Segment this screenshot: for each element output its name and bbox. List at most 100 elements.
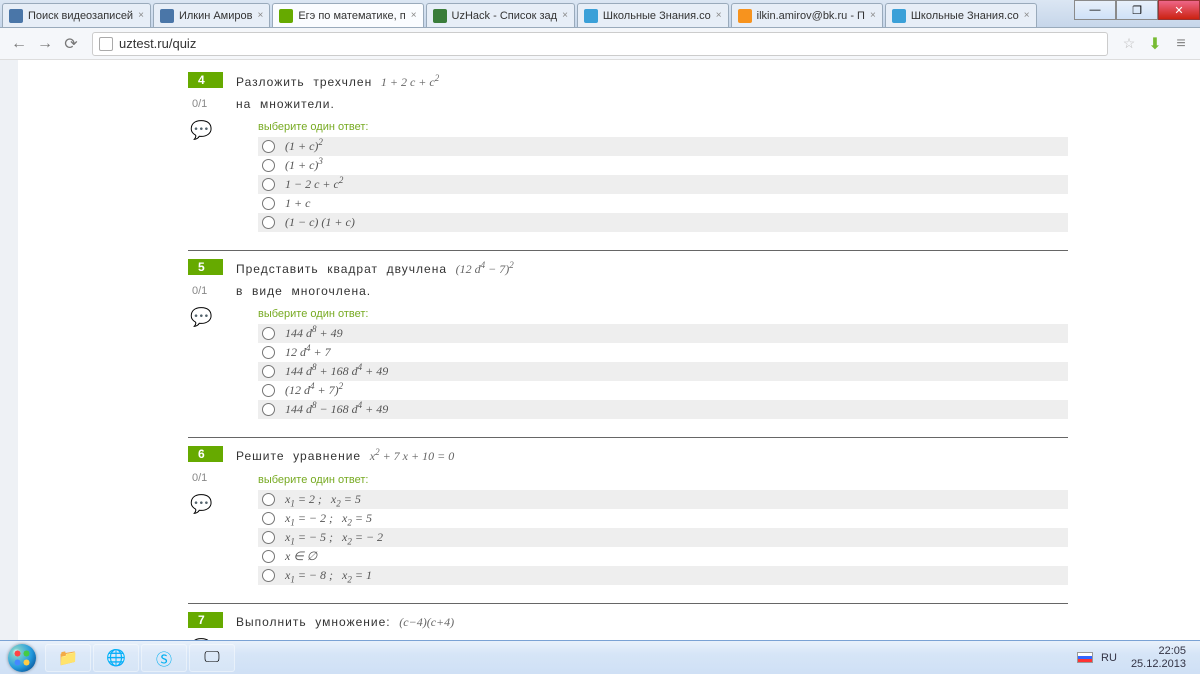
- answer-option[interactable]: (12 d4 + 7)2: [258, 381, 1068, 400]
- answer-option[interactable]: x ∈ ∅: [258, 547, 1068, 566]
- taskbar-skype[interactable]: Ⓢ: [141, 644, 187, 672]
- answer-radio[interactable]: [262, 403, 275, 416]
- tab-close-icon[interactable]: ×: [138, 10, 144, 21]
- answer-text: 144 d8 + 168 d4 + 49: [285, 364, 388, 379]
- answer-text: x ∈ ∅: [285, 549, 317, 564]
- browser-tab[interactable]: Школьные Знания.co×: [885, 3, 1037, 27]
- browser-tab[interactable]: Илкин Амиров ×: [153, 3, 270, 27]
- answer-option[interactable]: 1 + c: [258, 194, 1068, 213]
- answer-option[interactable]: (1 + c)3: [258, 156, 1068, 175]
- answer-text: 1 + c: [285, 196, 310, 211]
- taskbar: 📁 🌐 Ⓢ 🖵 RU 22:05 25.12.2013: [0, 640, 1200, 674]
- question-score: 0/1: [192, 472, 236, 484]
- bookmark-star-icon[interactable]: ☆: [1118, 33, 1140, 55]
- tab-title: Илкин Амиров: [179, 10, 253, 22]
- answer-radio[interactable]: [262, 140, 275, 153]
- address-bar[interactable]: [92, 32, 1108, 56]
- answer-radio[interactable]: [262, 531, 275, 544]
- tab-close-icon[interactable]: ×: [870, 10, 876, 21]
- answer-radio[interactable]: [262, 493, 275, 506]
- answer-radio[interactable]: [262, 512, 275, 525]
- answer-radio[interactable]: [262, 365, 275, 378]
- menu-icon[interactable]: ≡: [1170, 33, 1192, 55]
- answer-text: 144 d8 − 168 d4 + 49: [285, 402, 388, 417]
- answer-option[interactable]: x1 = − 5 ; x2 = − 2: [258, 528, 1068, 547]
- comment-icon[interactable]: 💬: [190, 120, 236, 141]
- answer-text: 1 − 2 c + c2: [285, 177, 343, 192]
- page-scrollbar[interactable]: [0, 60, 18, 640]
- question-text: Представить квадрат двучлена (12 d4 − 7)…: [236, 259, 1068, 302]
- answer-option[interactable]: 1 − 2 c + c2: [258, 175, 1068, 194]
- tray-lang[interactable]: RU: [1101, 652, 1117, 664]
- question-score: 0/1: [192, 285, 236, 297]
- page-viewport: 4 0/1 💬 Разложить трехчлен 1 + 2 c + c2н…: [18, 60, 1198, 640]
- answer-text: (1 + c)3: [285, 158, 323, 173]
- answer-radio[interactable]: [262, 159, 275, 172]
- tab-favicon: [584, 9, 598, 23]
- tab-favicon: [160, 9, 174, 23]
- tab-close-icon[interactable]: ×: [716, 10, 722, 21]
- tab-close-icon[interactable]: ×: [562, 10, 568, 21]
- answer-option[interactable]: 144 d8 + 168 d4 + 49: [258, 362, 1068, 381]
- answer-text: (1 + c)2: [285, 139, 323, 154]
- tray-flag-icon[interactable]: [1077, 652, 1093, 663]
- tab-favicon: [738, 9, 752, 23]
- question-text: Выполнить умножение: (c−4)(c+4): [236, 612, 1068, 634]
- answer-radio[interactable]: [262, 346, 275, 359]
- answer-option[interactable]: 12 d4 + 7: [258, 343, 1068, 362]
- tab-title: Поиск видеозаписей: [28, 10, 133, 22]
- answer-radio[interactable]: [262, 550, 275, 563]
- browser-tab[interactable]: Поиск видеозаписей ×: [2, 3, 151, 27]
- question-number: 7: [188, 612, 223, 628]
- taskbar-explorer[interactable]: 📁: [45, 644, 91, 672]
- browser-tab[interactable]: Школьные Знания.co×: [577, 3, 729, 27]
- tab-close-icon[interactable]: ×: [1024, 10, 1030, 21]
- answer-radio[interactable]: [262, 197, 275, 210]
- url-input[interactable]: [119, 36, 1101, 51]
- question-block: 5 0/1 💬 Представить квадрат двучлена (12…: [188, 250, 1068, 437]
- reload-button[interactable]: ⟳: [60, 33, 82, 55]
- answer-option[interactable]: x1 = − 2 ; x2 = 5: [258, 509, 1068, 528]
- answer-text: x1 = − 8 ; x2 = 1: [285, 568, 372, 583]
- tab-title: ilkin.amirov@bk.ru - П: [757, 10, 865, 22]
- answer-radio[interactable]: [262, 569, 275, 582]
- answer-option[interactable]: (1 − c) (1 + c): [258, 213, 1068, 232]
- forward-button[interactable]: →: [34, 33, 56, 55]
- browser-tab[interactable]: UzHack - Список зад×: [426, 3, 575, 27]
- answer-option[interactable]: (1 + c)2: [258, 137, 1068, 156]
- download-icon[interactable]: ⬇: [1144, 33, 1166, 55]
- site-icon: [99, 37, 113, 51]
- window-close[interactable]: ✕: [1158, 0, 1200, 20]
- start-button[interactable]: [0, 641, 44, 675]
- answer-radio[interactable]: [262, 384, 275, 397]
- comment-icon[interactable]: 💬: [190, 307, 236, 328]
- answer-option[interactable]: 144 d8 − 168 d4 + 49: [258, 400, 1068, 419]
- tab-favicon: [433, 9, 447, 23]
- browser-tab[interactable]: ilkin.amirov@bk.ru - П ×: [731, 3, 883, 27]
- answer-option[interactable]: 144 d8 + 49: [258, 324, 1068, 343]
- comment-icon[interactable]: 💬: [190, 494, 236, 515]
- question-number: 6: [188, 446, 223, 462]
- answer-radio[interactable]: [262, 178, 275, 191]
- answer-text: x1 = 2 ; x2 = 5: [285, 492, 361, 507]
- window-maximize[interactable]: ❐: [1116, 0, 1158, 20]
- answer-text: x1 = − 5 ; x2 = − 2: [285, 530, 383, 545]
- answer-instruction: выберите один ответ:: [258, 474, 1068, 486]
- taskbar-chrome[interactable]: 🌐: [93, 644, 139, 672]
- back-button[interactable]: ←: [8, 33, 30, 55]
- tray-clock[interactable]: 22:05 25.12.2013: [1125, 645, 1192, 669]
- answer-option[interactable]: x1 = − 8 ; x2 = 1: [258, 566, 1068, 585]
- question-score: 0/1: [192, 98, 236, 110]
- tab-favicon: [892, 9, 906, 23]
- browser-tab[interactable]: Егэ по математике, п×: [272, 3, 423, 27]
- tab-close-icon[interactable]: ×: [257, 10, 263, 21]
- answer-radio[interactable]: [262, 216, 275, 229]
- tab-close-icon[interactable]: ×: [411, 10, 417, 21]
- taskbar-app[interactable]: 🖵: [189, 644, 235, 672]
- window-minimize[interactable]: —: [1074, 0, 1116, 20]
- answer-option[interactable]: x1 = 2 ; x2 = 5: [258, 490, 1068, 509]
- answer-text: (1 − c) (1 + c): [285, 215, 355, 230]
- question-block: 4 0/1 💬 Разложить трехчлен 1 + 2 c + c2н…: [188, 64, 1068, 250]
- answer-radio[interactable]: [262, 327, 275, 340]
- answer-text: (12 d4 + 7)2: [285, 383, 343, 398]
